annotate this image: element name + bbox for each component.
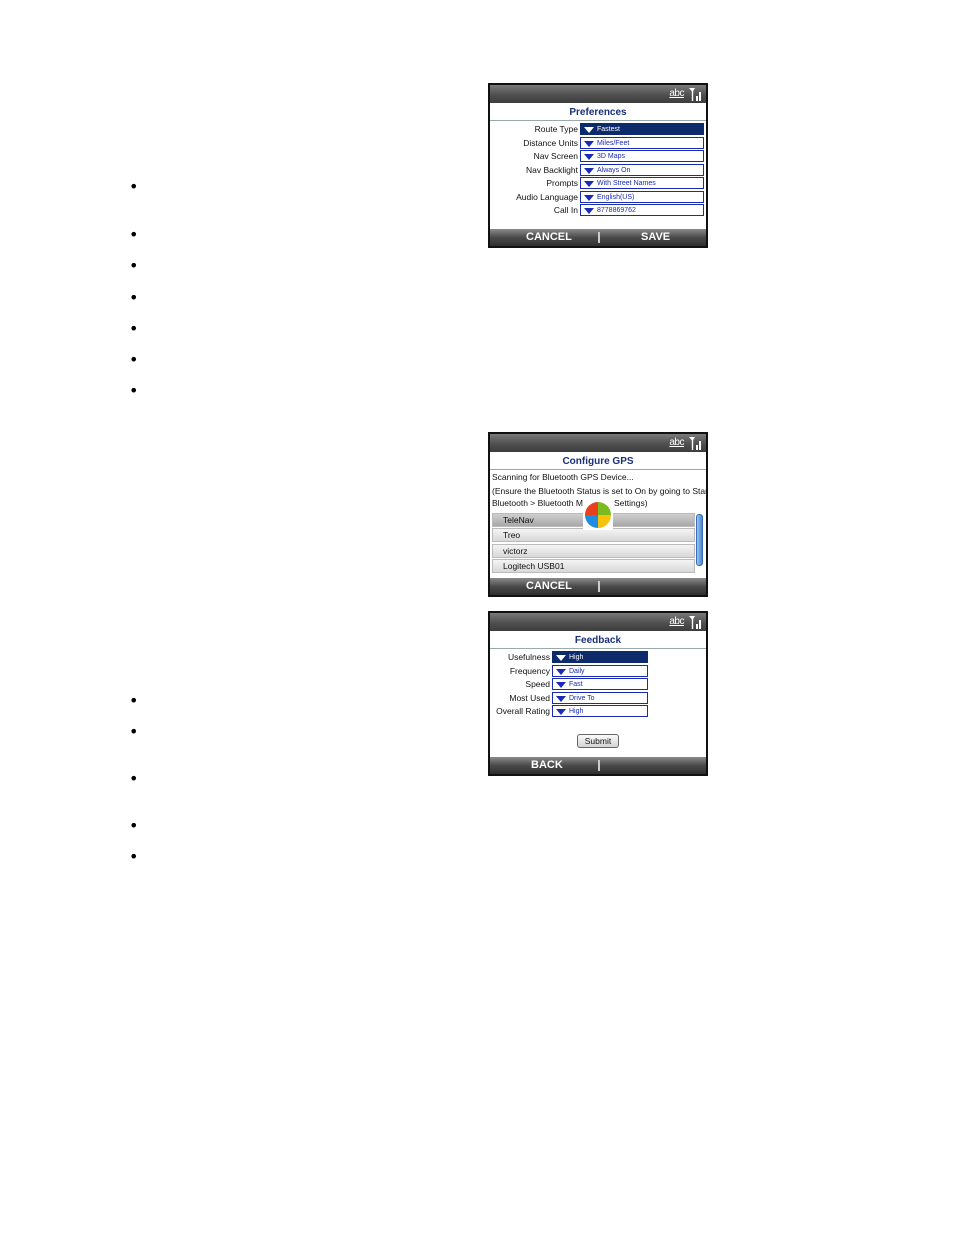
signal-icon	[689, 88, 701, 101]
field-label: Nav Screen	[533, 151, 578, 161]
list-bullet	[129, 775, 138, 786]
back-button[interactable]: BACK	[531, 759, 563, 771]
soft-key-bar: BACK	[490, 757, 706, 774]
dropdown-arrow-icon	[556, 682, 566, 688]
list-item[interactable]: Logitech USB01	[492, 559, 695, 573]
status-bar: abc	[490, 85, 706, 103]
list-item[interactable]: victorz	[492, 544, 695, 558]
scrollbar[interactable]	[696, 514, 703, 566]
dropdown-arrow-icon	[556, 696, 566, 702]
list-bullet	[129, 728, 138, 739]
signal-icon	[689, 616, 701, 629]
call-in-dropdown[interactable]: 8778869762	[580, 204, 704, 216]
route-type-dropdown[interactable]: Fastest	[580, 123, 704, 135]
feedback-screen: abc Feedback Usefulness High Frequency D…	[488, 611, 708, 776]
dropdown-arrow-icon	[584, 141, 594, 147]
list-item[interactable]: Treo	[492, 528, 695, 542]
field-label: Prompts	[546, 178, 578, 188]
dropdown-arrow-icon	[556, 655, 566, 661]
list-bullet	[129, 387, 138, 398]
soft-key-divider	[598, 581, 600, 592]
usefulness-dropdown[interactable]: High	[552, 651, 648, 663]
dropdown-arrow-icon	[584, 181, 594, 187]
dropdown-arrow-icon	[584, 195, 594, 201]
save-button[interactable]: SAVE	[641, 231, 670, 243]
submit-button[interactable]: Submit	[577, 734, 619, 748]
dropdown-arrow-icon	[556, 669, 566, 675]
list-bullet	[129, 356, 138, 367]
field-label: Audio Language	[516, 192, 578, 202]
screen-title: Preferences	[490, 103, 706, 121]
list-bullet	[129, 231, 138, 242]
input-mode-indicator: abc	[669, 616, 684, 627]
bluetooth-hint: Settings)	[614, 498, 648, 508]
field-label: Call In	[553, 205, 578, 215]
field-label: Nav Backlight	[526, 165, 578, 175]
field-label: Overall Rating	[496, 706, 550, 716]
list-bullet	[129, 294, 138, 305]
bluetooth-hint: Bluetooth > Bluetooth Ma	[492, 498, 588, 508]
soft-key-bar: CANCEL SAVE	[490, 229, 706, 246]
nav-screen-dropdown[interactable]: 3D Maps	[580, 150, 704, 162]
bluetooth-hint: (Ensure the Bluetooth Status is set to O…	[492, 486, 708, 496]
list-bullet	[129, 697, 138, 708]
distance-units-dropdown[interactable]: Miles/Feet	[580, 137, 704, 149]
soft-key-divider	[598, 232, 600, 243]
nav-backlight-dropdown[interactable]: Always On	[580, 164, 704, 176]
signal-icon	[689, 437, 701, 450]
audio-language-dropdown[interactable]: English(US)	[580, 191, 704, 203]
prompts-dropdown[interactable]: With Street Names	[580, 177, 704, 189]
field-label: Frequency	[509, 666, 550, 676]
field-label: Speed	[525, 679, 550, 689]
soft-key-divider	[598, 760, 600, 771]
dropdown-arrow-icon	[584, 168, 594, 174]
screen-title: Feedback	[490, 631, 706, 649]
list-bullet	[129, 262, 138, 273]
soft-key-bar: CANCEL	[490, 578, 706, 595]
dropdown-arrow-icon	[584, 154, 594, 160]
dropdown-arrow-icon	[584, 127, 594, 133]
field-label: Most Used	[509, 693, 550, 703]
field-label: Usefulness	[507, 652, 550, 662]
preferences-screen: abc Preferences Route Type Fastest Dista…	[488, 83, 708, 248]
input-mode-indicator: abc	[669, 437, 684, 448]
field-label: Distance Units	[523, 138, 578, 148]
list-bullet	[129, 183, 138, 194]
input-mode-indicator: abc	[669, 88, 684, 99]
list-bullet	[129, 822, 138, 833]
status-bar: abc	[490, 434, 706, 452]
overall-rating-dropdown[interactable]: High	[552, 705, 648, 717]
frequency-dropdown[interactable]: Daily	[552, 665, 648, 677]
most-used-dropdown[interactable]: Drive To	[552, 692, 648, 704]
cancel-button[interactable]: CANCEL	[526, 231, 572, 243]
configure-gps-screen: abc Configure GPS Scanning for Bluetooth…	[488, 432, 708, 597]
status-bar: abc	[490, 613, 706, 631]
dropdown-arrow-icon	[584, 208, 594, 214]
busy-indicator-icon	[583, 500, 613, 530]
speed-dropdown[interactable]: Fast	[552, 678, 648, 690]
field-label: Route Type	[534, 124, 578, 134]
scanning-message: Scanning for Bluetooth GPS Device...	[492, 472, 634, 482]
list-bullet	[129, 325, 138, 336]
list-bullet	[129, 853, 138, 864]
screen-title: Configure GPS	[490, 452, 706, 470]
dropdown-arrow-icon	[556, 709, 566, 715]
cancel-button[interactable]: CANCEL	[526, 580, 572, 592]
